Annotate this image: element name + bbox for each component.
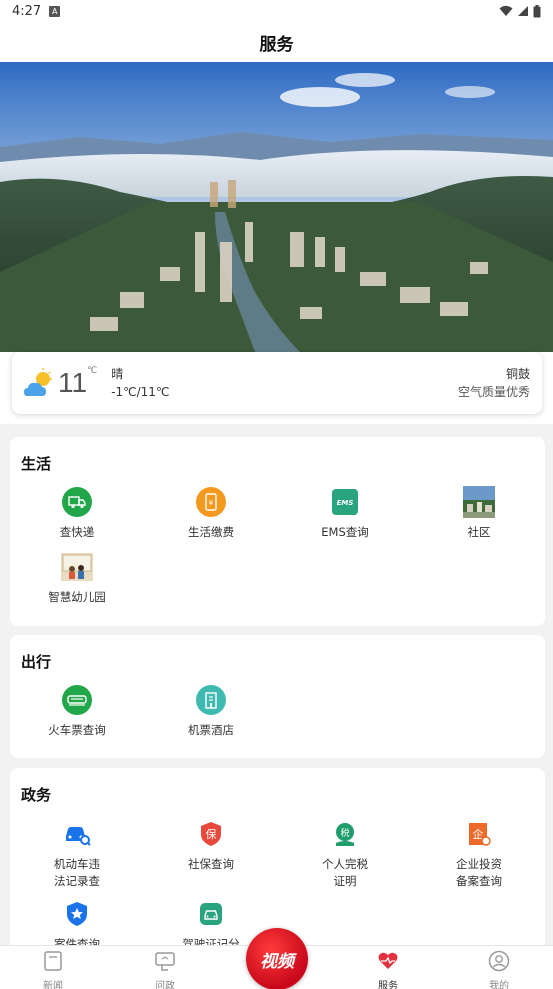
tab-label: 服务 bbox=[378, 981, 398, 989]
section-travel: 出行 火车票查询 机票酒店 bbox=[10, 635, 545, 758]
svg-text:税: 税 bbox=[340, 827, 349, 839]
signal-icon bbox=[518, 6, 528, 16]
service-item-bill-payment[interactable]: ¥ 生活缴费 bbox=[144, 486, 278, 541]
section-title: 政务 bbox=[21, 786, 52, 804]
status-bar: 4:27 A bbox=[0, 0, 553, 22]
community-photo bbox=[463, 486, 495, 518]
service-item-ems[interactable]: EMS EMS查询 bbox=[278, 486, 412, 541]
tab-politics[interactable]: 问政 bbox=[125, 946, 205, 989]
sunny-cloud-icon bbox=[24, 368, 52, 396]
service-item-social-insurance[interactable]: 保 社保查询 bbox=[144, 818, 278, 873]
service-item-train[interactable]: 火车票查询 bbox=[10, 684, 144, 739]
service-label: 智慧幼儿园 bbox=[48, 590, 106, 604]
weather-card[interactable]: 11 ℃ 晴 -1℃/11℃ 铜鼓 空气质量优秀 bbox=[12, 352, 542, 414]
weather-location-block: 铜鼓 空气质量优秀 bbox=[458, 365, 530, 401]
city-landscape-image bbox=[0, 62, 553, 352]
service-label-line1: 社保查询 bbox=[188, 857, 234, 871]
service-label-line2: 证明 bbox=[333, 874, 357, 888]
service-label-line1: 个人完税 bbox=[322, 857, 368, 871]
service-item-enterprise-investment[interactable]: 企 企业投资 备案查询 bbox=[412, 818, 545, 890]
service-label-line1: 机动车违 bbox=[54, 857, 100, 871]
video-label: 视频 bbox=[260, 951, 294, 972]
service-label-line2: 法记录查 bbox=[54, 874, 100, 888]
status-time: 4:27 bbox=[12, 3, 42, 19]
svg-text:¥: ¥ bbox=[209, 499, 214, 507]
hotel-icon bbox=[196, 685, 226, 715]
status-indicators bbox=[499, 4, 541, 18]
service-label: 火车票查询 bbox=[48, 723, 106, 737]
tab-mine[interactable]: 我的 bbox=[459, 946, 539, 989]
user-icon bbox=[488, 950, 510, 972]
service-item-tax-certificate[interactable]: 税 个人完税 证明 bbox=[278, 818, 412, 890]
politics-icon bbox=[155, 952, 175, 971]
enterprise-icon: 企 bbox=[469, 823, 491, 846]
service-label: 社区 bbox=[467, 525, 491, 539]
service-item-flight-hotel[interactable]: 机票酒店 bbox=[144, 684, 278, 739]
weather-condition-block: 晴 -1℃/11℃ bbox=[111, 365, 169, 401]
service-label-line2: 备案查询 bbox=[456, 874, 502, 888]
service-label: EMS查询 bbox=[321, 525, 369, 539]
phone-bill-icon: ¥ bbox=[196, 487, 226, 517]
page-title: 服务 bbox=[0, 22, 553, 62]
section-title: 出行 bbox=[21, 653, 52, 671]
air-quality: 空气质量优秀 bbox=[457, 385, 530, 399]
service-item-vehicle-violation[interactable]: 机动车违 法记录查 bbox=[10, 818, 144, 890]
news-icon bbox=[44, 951, 62, 971]
service-item-express[interactable]: 查快递 bbox=[10, 486, 144, 541]
service-label: 机票酒店 bbox=[188, 723, 234, 737]
tab-label: 我的 bbox=[489, 981, 509, 989]
car-search-icon bbox=[66, 827, 91, 846]
service-heart-icon bbox=[378, 952, 398, 969]
service-item-kindergarten[interactable]: 智慧幼儿园 bbox=[10, 551, 144, 606]
train-icon bbox=[62, 685, 92, 715]
section-life: 生活 查快递 ¥ 生活缴费 EMS EMS查询 社区 智慧幼儿园 bbox=[10, 437, 545, 626]
weather-city: 铜鼓 bbox=[505, 367, 530, 381]
weather-range: -1℃/11℃ bbox=[111, 385, 170, 399]
driving-license-icon bbox=[200, 903, 222, 925]
service-label-line1: 企业投资 bbox=[456, 857, 502, 871]
notification-a-icon: A bbox=[49, 5, 61, 17]
service-label: 生活缴费 bbox=[188, 525, 234, 539]
weather-condition: 晴 bbox=[111, 367, 124, 381]
service-item-community[interactable]: 社区 bbox=[412, 486, 546, 541]
kindergarten-photo bbox=[61, 553, 93, 581]
banner-image[interactable] bbox=[0, 62, 553, 352]
battery-icon bbox=[533, 4, 541, 17]
tab-label: 问政 bbox=[155, 981, 175, 989]
tab-news[interactable]: 新闻 bbox=[13, 946, 93, 989]
wifi-icon bbox=[499, 5, 513, 16]
ems-icon: EMS bbox=[332, 489, 358, 515]
police-badge-icon bbox=[67, 902, 87, 926]
tax-icon: 税 bbox=[336, 823, 354, 846]
truck-icon bbox=[62, 487, 92, 517]
weather-temperature: 11 bbox=[58, 367, 88, 398]
bottom-tab-bar: 新闻 问政 视频 服务 我的 bbox=[0, 928, 553, 989]
insurance-icon: 保 bbox=[201, 822, 221, 846]
section-title: 生活 bbox=[21, 455, 52, 473]
svg-text:保: 保 bbox=[206, 827, 217, 841]
tab-label: 新闻 bbox=[43, 981, 63, 989]
video-button[interactable]: 视频 bbox=[246, 928, 308, 989]
tab-service[interactable]: 服务 bbox=[348, 946, 428, 989]
svg-text:EMS: EMS bbox=[337, 499, 354, 507]
service-label: 查快递 bbox=[59, 525, 95, 539]
weather-unit: ℃ bbox=[87, 366, 98, 376]
